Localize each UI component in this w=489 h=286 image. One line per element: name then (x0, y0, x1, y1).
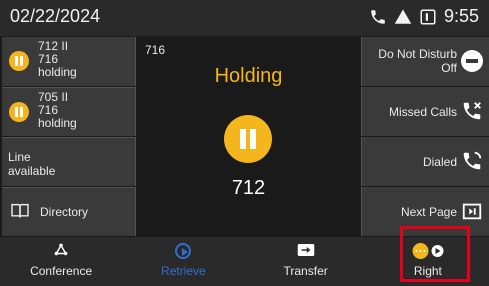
transfer-label: Transfer (283, 264, 328, 278)
dnd-label: Do Not Disturb (378, 47, 457, 61)
status-icons: 9:55 (369, 6, 479, 27)
next-page-button[interactable]: Next Page (361, 187, 489, 236)
dialed-call-icon (463, 151, 482, 170)
directory-button[interactable]: Directory (2, 187, 136, 236)
next-page-icon (462, 203, 482, 220)
book-icon (11, 203, 29, 218)
conference-softkey[interactable]: Conference (0, 237, 122, 286)
line-key-available[interactable]: Line available (2, 137, 136, 186)
line-label: Line (8, 150, 31, 164)
pause-icon (9, 102, 29, 122)
right-label: Right (413, 264, 442, 278)
directory-label: Directory (40, 205, 89, 219)
feature-keys-column: Do Not Disturb Off Missed Calls Dialed N… (361, 37, 489, 237)
transfer-icon (297, 244, 314, 256)
do-not-disturb-button[interactable]: Do Not Disturb Off (361, 37, 489, 86)
line-keys-column: 712 II 716 holding 705 II 716 holding Li… (2, 37, 136, 237)
callee-number: 712 (231, 177, 266, 199)
call-panel: 716 Holding 712 (137, 37, 360, 237)
status-time: 9:55 (443, 6, 479, 26)
next-page-label: Next Page (400, 205, 457, 219)
voicemail-icon (420, 9, 436, 24)
retrieve-label: Retrieve (161, 264, 206, 278)
line-status: holding (38, 116, 77, 130)
phone-screen: 02/22/2024 9:55 712 II 716 holding 705 I… (0, 0, 489, 286)
status-bar: 02/22/2024 9:55 (0, 0, 489, 36)
more-icon (412, 243, 444, 259)
line-key-705[interactable]: 705 II 716 holding (2, 87, 136, 136)
status-date: 02/22/2024 (10, 6, 101, 26)
dnd-icon (461, 50, 483, 72)
retrieve-softkey[interactable]: Retrieve (122, 237, 244, 286)
missed-calls-button[interactable]: Missed Calls (361, 87, 489, 136)
softkey-bar: Conference Retrieve Transfer Right (0, 237, 489, 286)
dialed-label: Dialed (422, 155, 457, 169)
call-line-number: 716 (145, 43, 166, 57)
line-status: available (8, 164, 56, 178)
retrieve-icon (175, 243, 192, 259)
transfer-softkey[interactable]: Transfer (245, 237, 367, 286)
phone-icon (371, 9, 385, 24)
right-softkey[interactable]: Right (367, 237, 489, 286)
line-status: holding (38, 65, 77, 79)
line-key-712[interactable]: 712 II 716 holding (2, 37, 136, 86)
dnd-state: Off (441, 61, 457, 75)
conference-label: Conference (30, 264, 93, 278)
missed-calls-label: Missed Calls (388, 105, 457, 119)
missed-call-icon (463, 102, 481, 120)
dialed-calls-button[interactable]: Dialed (361, 137, 489, 186)
warning-icon (394, 9, 412, 24)
call-state: Holding (214, 65, 283, 87)
pause-icon (9, 51, 29, 71)
conference-icon (54, 243, 68, 256)
pause-icon (224, 115, 272, 163)
